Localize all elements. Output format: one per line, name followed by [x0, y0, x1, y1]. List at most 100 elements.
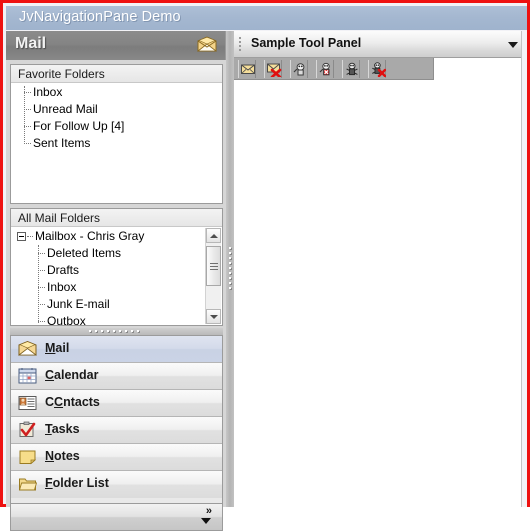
nav-button-label: Tasks: [45, 422, 80, 436]
bug-delete-icon: [372, 62, 386, 77]
tree-item-outbox[interactable]: Outbox: [11, 313, 205, 325]
tree-item-label: Deleted Items: [47, 246, 122, 260]
arrow-down-icon: [209, 314, 218, 319]
mail-envelope-icon: [241, 64, 255, 74]
tree-connector: [24, 92, 31, 93]
tree-item-label: Inbox: [33, 85, 63, 99]
tree-item-junk-email[interactable]: Junk E-mail: [11, 296, 205, 313]
tree-connector: [38, 270, 45, 271]
collapse-expander-icon[interactable]: [17, 232, 26, 241]
nav-button-label: Folder List: [45, 476, 109, 490]
toolbar-button-bug[interactable]: [342, 60, 360, 78]
nav-button-contacts[interactable]: CCntacts: [11, 390, 222, 417]
tool-panel-toolbar: [234, 58, 434, 80]
tree-item-inbox[interactable]: Inbox: [11, 279, 205, 296]
main-splitter[interactable]: [226, 31, 234, 507]
nav-button-label: Notes: [45, 449, 80, 463]
nav-button-folder-list[interactable]: Folder List: [11, 471, 222, 498]
nav-button-rest: ntacts: [63, 395, 100, 409]
scroll-up-button[interactable]: [206, 228, 221, 243]
favorite-folders-tree: Inbox Unread Mail For Follow Up [4] Sent…: [11, 84, 222, 203]
notes-icon: [18, 448, 37, 466]
tree-item-label: For Follow Up [4]: [33, 119, 125, 133]
scroll-down-button[interactable]: [206, 309, 221, 324]
tree-item-sent-items[interactable]: Sent Items: [11, 135, 222, 152]
tree-item-drafts[interactable]: Drafts: [11, 262, 205, 279]
nav-button-rest: older List: [52, 476, 109, 490]
folder-icon: [18, 475, 38, 493]
chevron-down-icon[interactable]: [508, 42, 518, 48]
mail-delete-icon: [267, 63, 282, 77]
drag-grip-icon[interactable]: [239, 37, 242, 52]
tool-panel-header[interactable]: Sample Tool Panel: [234, 31, 527, 58]
nav-pane-header: Mail: [6, 31, 226, 60]
tool-panel-client-area: [234, 80, 527, 507]
navigation-pane: Mail Favorite Folders Inbox Unread Mail …: [6, 31, 226, 531]
favorite-folders-group: Favorite Folders Inbox Unread Mail For F…: [10, 64, 223, 204]
nav-button-label: Calendar: [45, 368, 99, 382]
tree-item-unread-mail[interactable]: Unread Mail: [11, 101, 222, 118]
toolbar-button-robot[interactable]: [290, 60, 308, 78]
nav-button-accel: C: [54, 395, 64, 409]
mail-envelope-icon: [17, 340, 38, 358]
nav-button-tasks[interactable]: Tasks: [11, 417, 222, 444]
tree-item-label: Sent Items: [33, 136, 91, 150]
nav-button-label: CCntacts: [45, 395, 100, 409]
tasks-clipboard-icon: [18, 421, 37, 439]
contacts-card-icon: [18, 394, 37, 412]
nav-button-accel: F: [45, 476, 53, 490]
nav-button-label: Mail: [45, 341, 69, 355]
nav-pane-splitter[interactable]: [10, 328, 223, 335]
all-mail-folders-group: All Mail Folders Mailbox - Chris Gray De…: [10, 208, 223, 326]
nav-button-mail[interactable]: Mail: [11, 336, 222, 363]
tree-item-label: Junk E-mail: [47, 297, 110, 311]
arrow-up-icon: [209, 233, 218, 238]
nav-button-rest: otes: [54, 449, 80, 463]
tree-item-deleted-items[interactable]: Deleted Items: [11, 245, 205, 262]
tree-connector: [24, 109, 31, 110]
toolbar-button-mail-delete[interactable]: [264, 60, 282, 78]
drag-grip-icon: [229, 247, 232, 291]
nav-button-accel: N: [45, 449, 55, 463]
favorite-folders-caption-label: Favorite Folders: [18, 67, 105, 81]
nav-pane-header-title: Mail: [15, 35, 47, 52]
toolbar-button-mail-envelope[interactable]: [238, 60, 256, 78]
nav-button-notes[interactable]: Notes: [11, 444, 222, 471]
nav-expand-strip[interactable]: »: [10, 503, 223, 531]
nav-button-list: Mail Calendar CCntacts Tasks Notes Folde…: [10, 335, 223, 503]
chevron-double-right-icon[interactable]: »: [206, 506, 212, 517]
title-bar: JvNavigationPane Demo: [6, 6, 527, 30]
all-mail-folders-caption-label: All Mail Folders: [18, 211, 101, 225]
app-window: JvNavigationPane Demo Mail Favorite Fold…: [0, 0, 530, 531]
nav-button-accel: T: [45, 422, 52, 436]
nav-button-rest: alendar: [54, 368, 99, 382]
nav-button-rest: asks: [51, 422, 80, 436]
tree-item-for-follow-up[interactable]: For Follow Up [4]: [11, 118, 222, 135]
robot-icon: [293, 63, 305, 76]
tree-connector: [38, 321, 45, 322]
tree-item-label: Mailbox - Chris Gray: [35, 229, 145, 243]
chevron-down-icon[interactable]: [201, 518, 211, 524]
nav-button-calendar[interactable]: Calendar: [11, 363, 222, 390]
robot-delete-icon: [319, 62, 330, 76]
tree-item-label: Drafts: [47, 263, 80, 277]
right-edge-strip: [521, 31, 527, 507]
tree-item-inbox[interactable]: Inbox: [11, 84, 222, 101]
tree-item-mailbox-root[interactable]: Mailbox - Chris Gray: [11, 228, 205, 245]
favorite-folders-caption: Favorite Folders: [11, 65, 222, 83]
tree-connector: [24, 126, 31, 127]
tree-connector: [38, 304, 45, 305]
calendar-icon: [18, 367, 37, 385]
toolbar-button-bug-delete[interactable]: [368, 60, 386, 78]
all-mail-folders-tree: Mailbox - Chris Gray Deleted Items Draft…: [11, 228, 205, 325]
all-mail-folders-caption: All Mail Folders: [11, 209, 222, 227]
tree-connector: [38, 253, 45, 254]
envelope-icon: [196, 36, 218, 53]
drag-grip-icon: [88, 330, 145, 333]
nav-button-accel: M: [45, 341, 56, 355]
toolbar-button-robot-delete[interactable]: [316, 60, 334, 78]
scrollbar-thumb[interactable]: [206, 246, 221, 286]
nav-button-prefix: C: [45, 395, 55, 409]
tree-item-label: Outbox: [47, 314, 86, 325]
tree-vertical-scrollbar[interactable]: [205, 228, 221, 324]
